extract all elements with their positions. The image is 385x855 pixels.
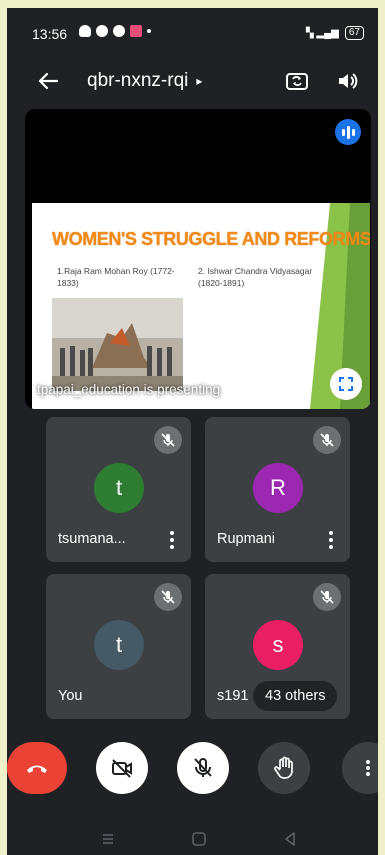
app-notification-icon [130,25,142,37]
end-call-button[interactable] [7,742,67,794]
switch-camera-button[interactable] [282,66,312,96]
fullscreen-button[interactable] [330,368,362,400]
avatar: t [94,620,144,670]
participant-name: s191 [217,688,249,704]
audio-level-icon [335,119,361,145]
switch-camera-icon [286,73,308,90]
signal-icon: ▚ ▂▄▆ [305,27,339,39]
more-options-button[interactable] [342,742,378,794]
meeting-title[interactable]: qbr-nxnz-rqi ▸ [87,70,202,92]
mic-off-icon [313,583,341,611]
hand-icon [274,756,293,779]
slide-item-1: 1.Raja Ram Mohan Roy (1772-1833) [57,266,175,288]
phone-icon [113,25,125,37]
recents-icon[interactable] [99,830,117,848]
presenter-label: tpapai_education is presenting [37,382,221,397]
slide-item-2: 2. Ishwar Chandra Vidyasagar (1820-1891) [198,266,313,288]
slide-photo [52,298,183,391]
shared-slide: WOMEN'S STRUGGLE AND REFORMS 1.Raja Ram … [32,203,370,409]
mic-off-icon [154,426,182,454]
speaker-button[interactable] [333,66,363,96]
mic-off-icon [313,426,341,454]
more-vert-icon [366,760,370,776]
participant-name: You [58,688,83,704]
self-tile[interactable]: t You [46,574,191,719]
status-bar: 13:56 ▚ ▂▄▆ 67 [7,22,378,44]
notification-icons [79,25,151,37]
raise-hand-button[interactable] [258,742,310,794]
participant-name: Rupmani [217,531,276,547]
more-notifications-icon [147,29,151,33]
avatar: R [253,463,303,513]
back-button[interactable] [33,66,63,96]
status-right: ▚ ▂▄▆ 67 [306,26,364,40]
videocam-off-icon [112,759,132,778]
meeting-code: qbr-nxnz-rqi [87,70,189,91]
more-vert-icon[interactable] [167,530,177,550]
back-nav-icon[interactable] [281,830,299,848]
fullscreen-icon [339,377,353,391]
phone-screen: 13:56 ▚ ▂▄▆ 67 qbr-nxnz-rqi ▸ WOMEN'S ST… [7,8,378,855]
participant-tile[interactable]: s s191 43 others [205,574,350,719]
mic-toggle-button[interactable] [177,742,229,794]
cloud-icon [79,25,91,37]
camera-toggle-button[interactable] [96,742,148,794]
mic-off-icon [194,758,212,777]
battery-icon: 67 [344,26,364,40]
more-vert-icon[interactable] [326,530,336,550]
meeting-header: qbr-nxnz-rqi ▸ [7,64,378,104]
volume-icon [339,73,358,89]
slide-title: WOMEN'S STRUGGLE AND REFORMS [52,229,370,249]
whatsapp-icon [96,25,108,37]
caret-right-icon: ▸ [196,74,203,88]
home-icon[interactable] [190,830,208,848]
mic-off-icon [154,583,182,611]
others-count-chip[interactable]: 43 others [253,681,338,711]
participant-name: tsumana... [58,531,126,547]
presentation-view[interactable]: WOMEN'S STRUGGLE AND REFORMS 1.Raja Ram … [25,109,371,409]
participant-tile[interactable]: t tsumana... [46,417,191,562]
avatar: t [94,463,144,513]
avatar: s [253,620,303,670]
system-nav-bar [7,826,378,854]
arrow-back-icon [38,72,59,90]
participant-tile[interactable]: R Rupmani [205,417,350,562]
status-time: 13:56 [32,26,68,42]
call-end-icon [27,765,47,773]
